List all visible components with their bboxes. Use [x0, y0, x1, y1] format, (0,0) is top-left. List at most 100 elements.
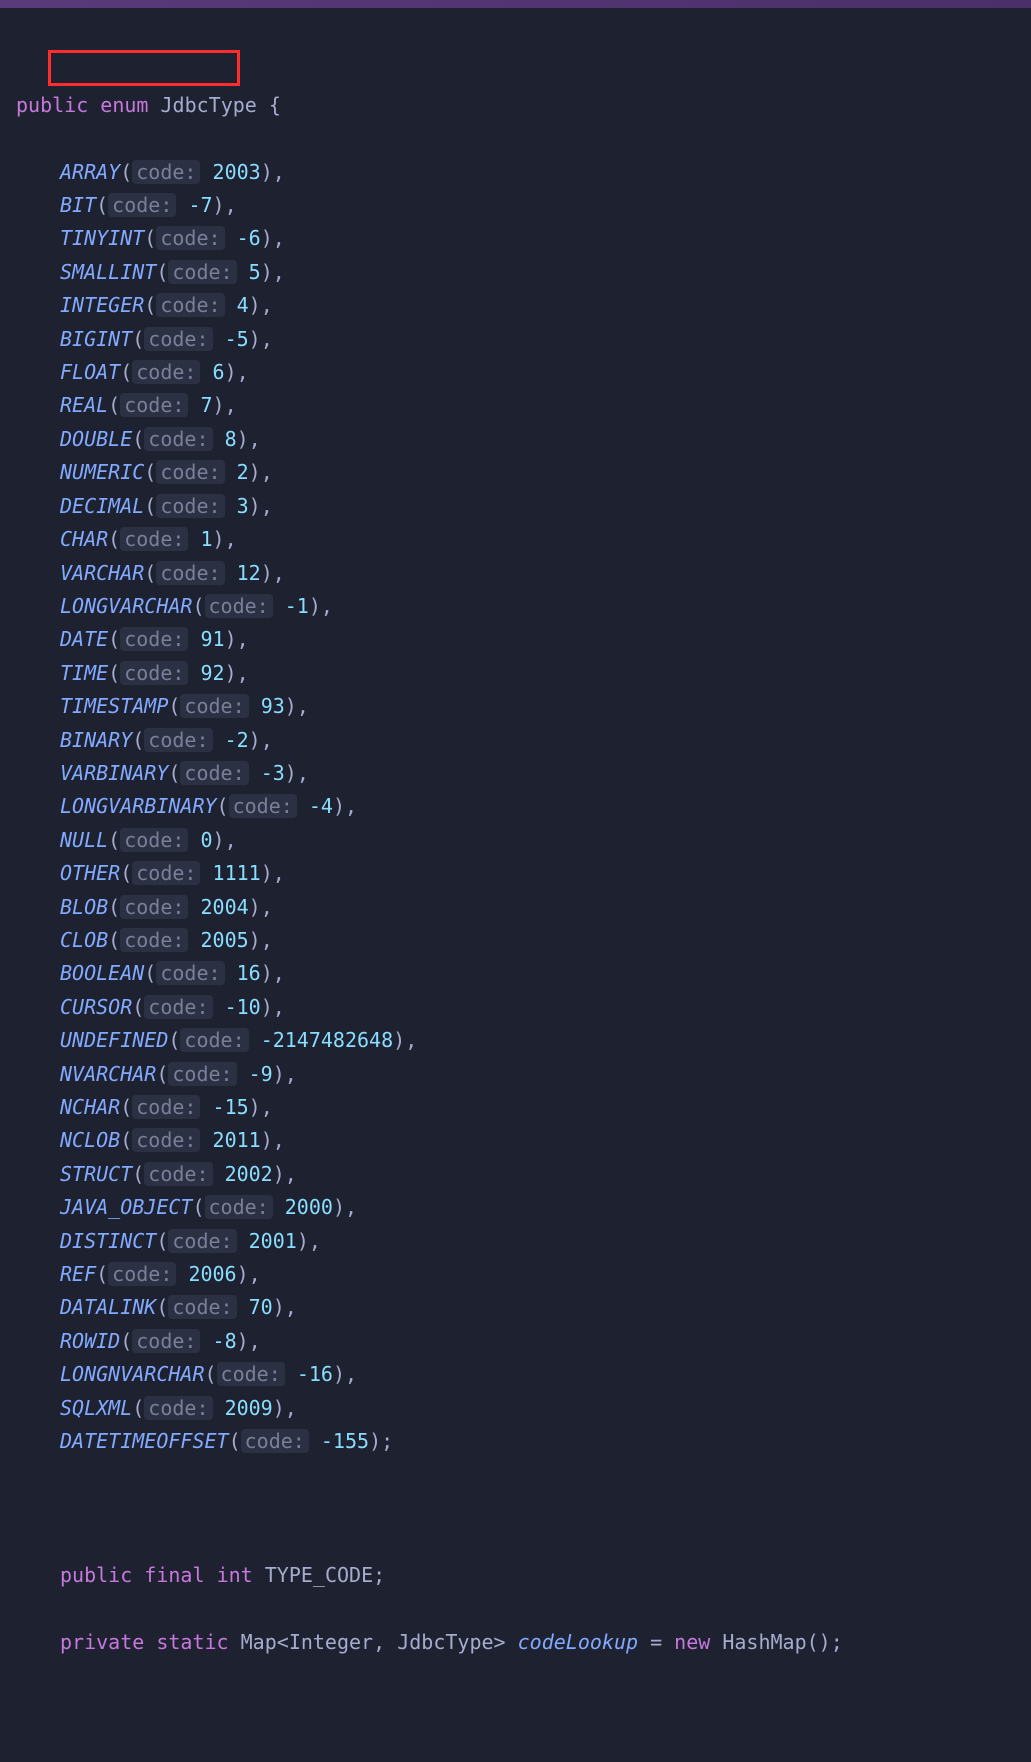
- paren-close: ): [261, 995, 273, 1019]
- enum-constant-name: STRUCT: [60, 1162, 132, 1186]
- paren-open: (: [108, 895, 120, 919]
- terminator: ,: [225, 193, 237, 217]
- paren-close: ): [261, 260, 273, 284]
- parameter-hint: code:: [120, 393, 188, 417]
- enum-constant-line: REAL(code: 7),: [16, 389, 1031, 422]
- paren-close: ): [333, 794, 345, 818]
- enum-constant-line: STRUCT(code: 2002),: [16, 1158, 1031, 1191]
- parameter-hint: code:: [180, 694, 248, 718]
- enum-constant-line: INTEGER(code: 4),: [16, 289, 1031, 322]
- paren-open: (: [168, 1028, 180, 1052]
- paren-open: (: [120, 1095, 132, 1119]
- parameter-hint: code:: [144, 728, 212, 752]
- terminator: ,: [261, 928, 273, 952]
- terminator: ,: [261, 460, 273, 484]
- paren-close: ): [213, 828, 225, 852]
- paren-close: ): [213, 393, 225, 417]
- enum-constant-line: VARBINARY(code: -3),: [16, 757, 1031, 790]
- paren-open: (: [120, 1128, 132, 1152]
- highlight-rectangle: [48, 50, 240, 86]
- enum-constant-name: BIT: [60, 193, 96, 217]
- paren-close: ): [249, 327, 261, 351]
- numeric-literal: 0: [200, 828, 212, 852]
- paren-close: ): [249, 460, 261, 484]
- paren-close: ): [273, 1396, 285, 1420]
- paren-close: ): [249, 728, 261, 752]
- terminator: ,: [273, 160, 285, 184]
- enum-constant-name: DATETIMEOFFSET: [60, 1429, 229, 1453]
- numeric-literal: 92: [200, 661, 224, 685]
- paren-open: (: [120, 360, 132, 384]
- paren-close: ): [237, 1262, 249, 1286]
- parameter-hint: code:: [168, 1295, 236, 1319]
- terminator: ,: [273, 226, 285, 250]
- enum-constant-name: DOUBLE: [60, 427, 132, 451]
- terminator: ,: [297, 694, 309, 718]
- paren-open: (: [144, 293, 156, 317]
- paren-open: (: [192, 594, 204, 618]
- enum-constant-name: DISTINCT: [60, 1229, 156, 1253]
- parameter-hint: code:: [120, 928, 188, 952]
- enum-constant-line: DATETIMEOFFSET(code: -155);: [16, 1425, 1031, 1458]
- parameter-hint: code:: [168, 1062, 236, 1086]
- enum-constant-line: ROWID(code: -8),: [16, 1325, 1031, 1358]
- enum-constant-line: SQLXML(code: 2009),: [16, 1392, 1031, 1425]
- paren-close: ): [237, 1329, 249, 1353]
- paren-open: (: [144, 460, 156, 484]
- parameter-hint: code:: [132, 360, 200, 384]
- paren-close: ): [225, 661, 237, 685]
- parameter-hint: code:: [144, 327, 212, 351]
- enum-constant-name: REF: [60, 1262, 96, 1286]
- enum-constant-line: BOOLEAN(code: 16),: [16, 957, 1031, 990]
- enum-constant-name: DECIMAL: [60, 494, 144, 518]
- paren-open: (: [168, 694, 180, 718]
- paren-open: (: [96, 1262, 108, 1286]
- terminator: ,: [309, 1229, 321, 1253]
- enum-constant-name: DATALINK: [60, 1295, 156, 1319]
- parameter-hint: code:: [120, 661, 188, 685]
- brace-open: {: [269, 93, 281, 117]
- paren-open: (: [132, 995, 144, 1019]
- enum-constant-name: LONGNVARCHAR: [60, 1362, 205, 1386]
- type-map: Map: [241, 1630, 277, 1654]
- paren-close: ): [309, 594, 321, 618]
- terminator: ,: [237, 360, 249, 384]
- terminator: ,: [273, 995, 285, 1019]
- parameter-hint: code:: [168, 260, 236, 284]
- keyword-static: static: [156, 1630, 228, 1654]
- terminator: ,: [225, 393, 237, 417]
- terminator: ,: [285, 1295, 297, 1319]
- parameter-hint: code:: [156, 293, 224, 317]
- field-name: TYPE_CODE: [265, 1563, 373, 1587]
- window-titlebar: [0, 0, 1031, 8]
- code-editor[interactable]: public enum JdbcType { ARRAY(code: 2003)…: [0, 8, 1031, 1692]
- numeric-literal: -155: [321, 1429, 369, 1453]
- parameter-hint: code:: [180, 761, 248, 785]
- paren-open: (: [132, 1396, 144, 1420]
- enum-constant-name: INTEGER: [60, 293, 144, 317]
- terminator: ,: [297, 761, 309, 785]
- semicolon: ;: [831, 1630, 843, 1654]
- keyword-enum: enum: [100, 93, 148, 117]
- enum-constant-line: CHAR(code: 1),: [16, 523, 1031, 556]
- terminator: ,: [225, 828, 237, 852]
- paren-close: ): [273, 1162, 285, 1186]
- numeric-literal: 4: [237, 293, 249, 317]
- enum-constant-name: TIME: [60, 661, 108, 685]
- numeric-literal: -10: [225, 995, 261, 1019]
- paren-open: (: [144, 561, 156, 585]
- paren-open: (: [144, 961, 156, 985]
- paren-close: ): [285, 694, 297, 718]
- paren-open: (: [132, 1162, 144, 1186]
- parameter-hint: code:: [156, 226, 224, 250]
- terminator: ,: [249, 1262, 261, 1286]
- numeric-literal: 93: [261, 694, 285, 718]
- enum-constant-line: DATALINK(code: 70),: [16, 1291, 1031, 1324]
- paren-open: (: [217, 794, 229, 818]
- enum-constant-line: NUMERIC(code: 2),: [16, 456, 1031, 489]
- terminator: ,: [321, 594, 333, 618]
- paren-open: (: [192, 1195, 204, 1219]
- terminator: ,: [237, 627, 249, 651]
- enum-constant-name: NVARCHAR: [60, 1062, 156, 1086]
- parameter-hint: code:: [168, 1229, 236, 1253]
